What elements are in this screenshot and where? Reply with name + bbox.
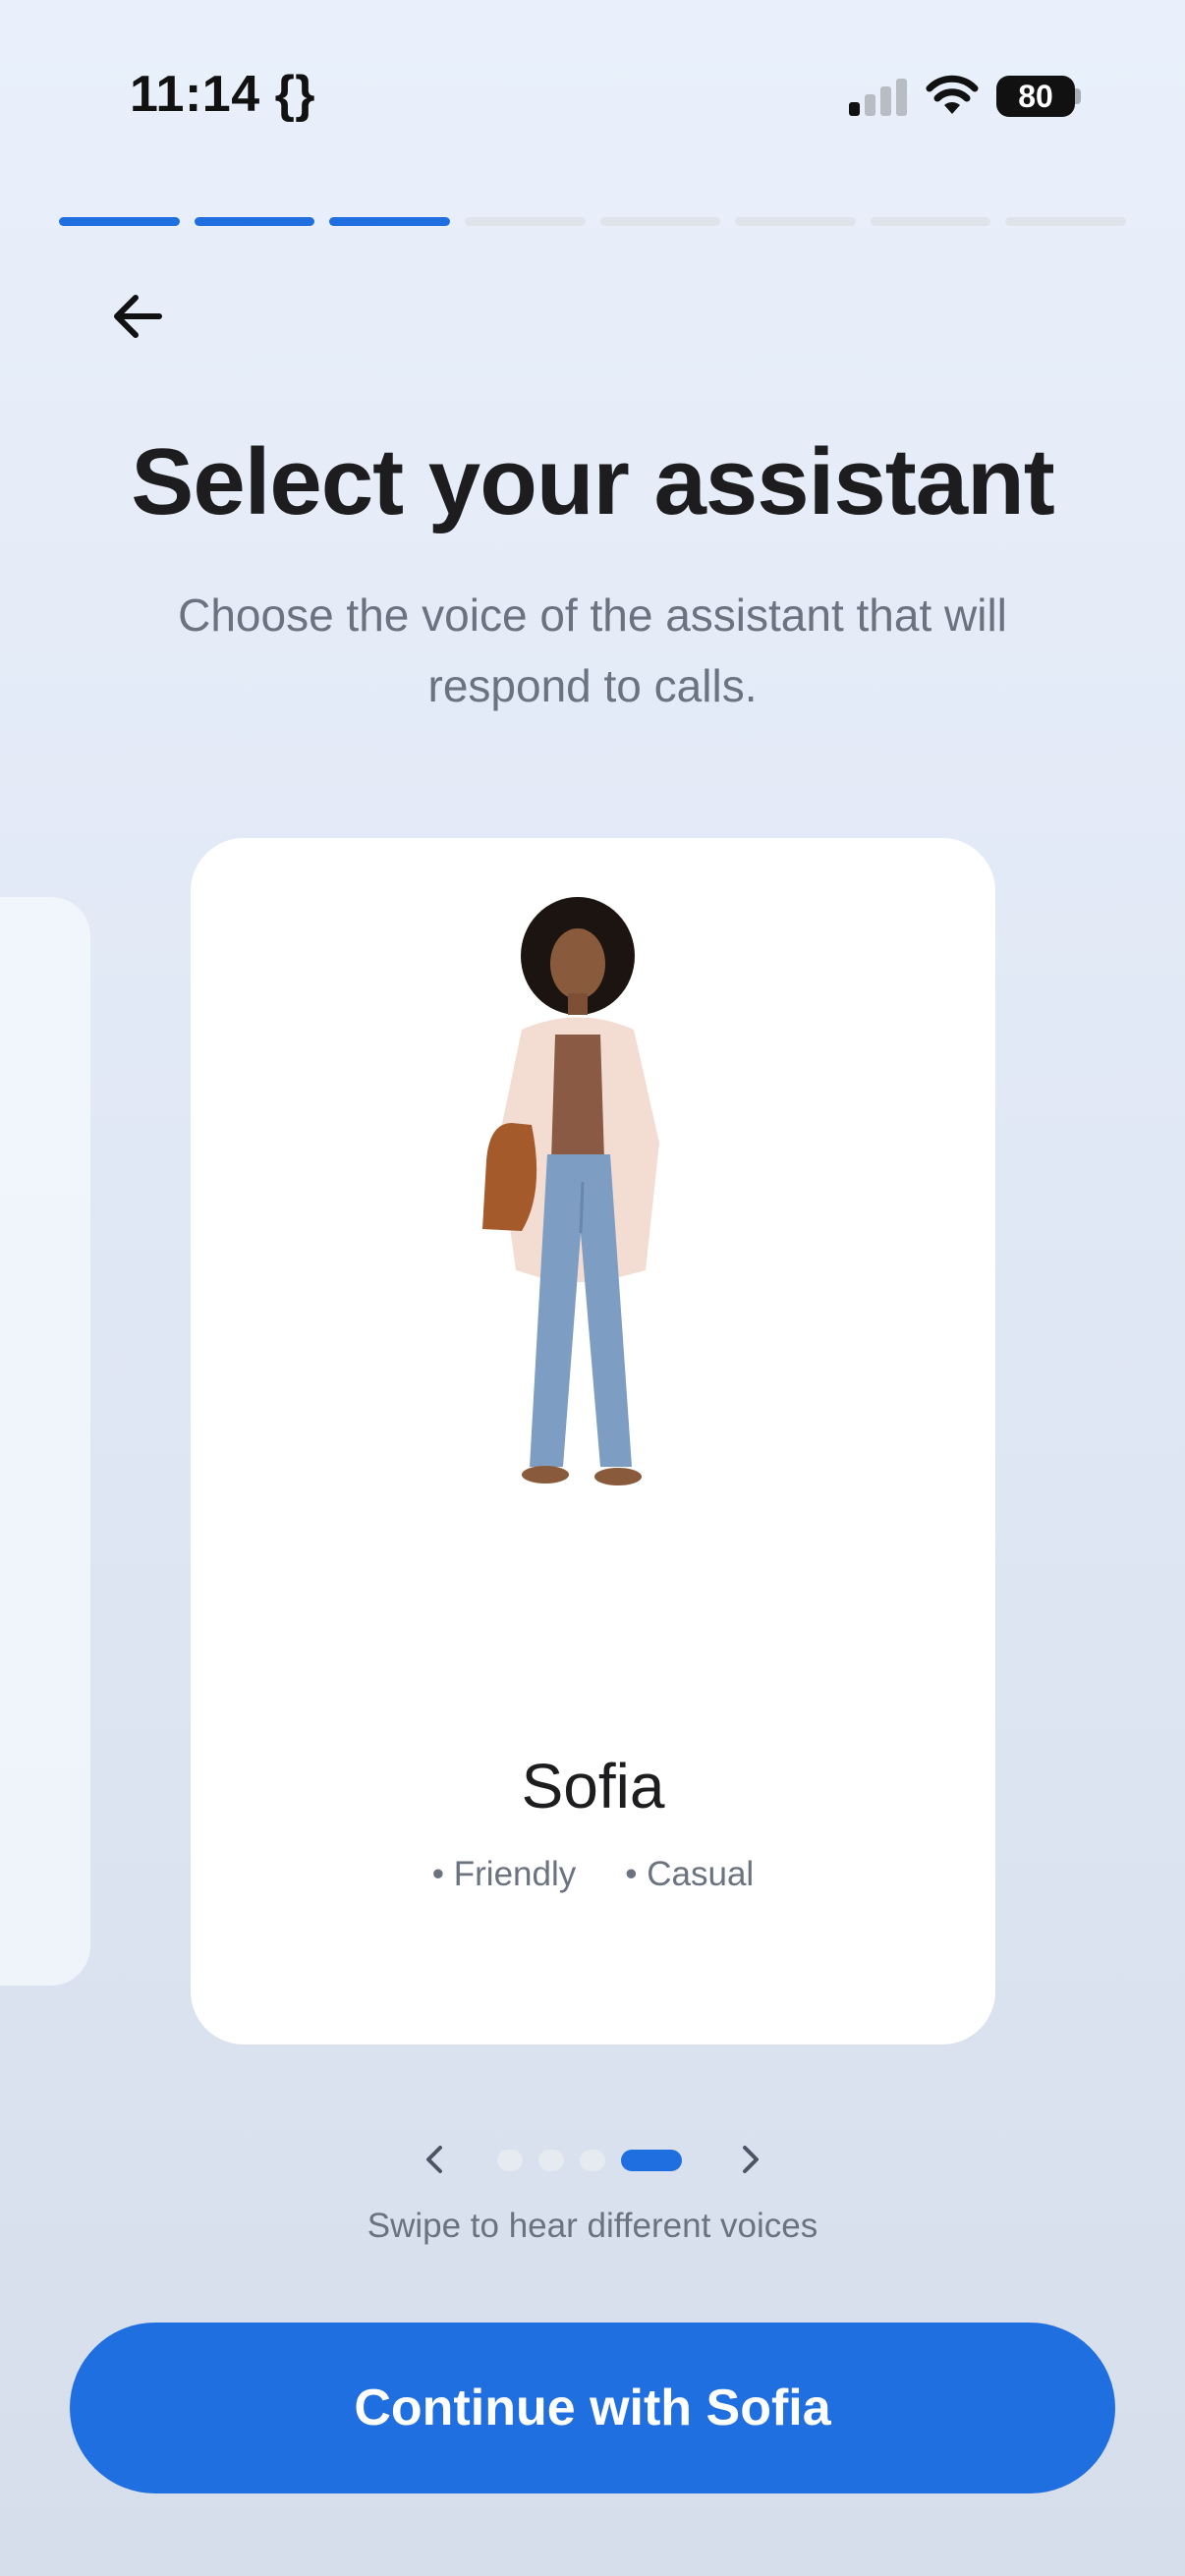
onboarding-progress — [59, 217, 1126, 226]
wifi-icon — [926, 75, 979, 114]
assistant-name: Sofia — [521, 1751, 665, 1821]
arrow-left-icon — [114, 295, 162, 338]
battery-icon: 80 — [996, 76, 1075, 117]
chevron-left-icon — [426, 2146, 442, 2173]
status-bar: 11:14 {} 80 — [0, 0, 1185, 187]
page-title: Select your assistant — [131, 429, 1054, 534]
carousel-pager — [413, 2140, 772, 2179]
progress-step — [735, 217, 856, 226]
continue-button[interactable]: Continue with Sofia — [70, 2323, 1115, 2493]
page-dot-active[interactable] — [621, 2150, 682, 2171]
swipe-hint: Swipe to hear different voices — [367, 2207, 818, 2245]
progress-step — [329, 217, 450, 226]
chevron-right-icon — [743, 2146, 759, 2173]
battery-level: 80 — [1018, 78, 1053, 114]
next-voice-button[interactable] — [731, 2140, 770, 2179]
status-time: 11:14 {} — [130, 66, 316, 123]
page-subtitle: Choose the voice of the assistant that w… — [178, 589, 1007, 711]
progress-step — [59, 217, 180, 226]
progress-step — [464, 217, 586, 226]
assistant-card[interactable]: Sofia • Friendly • Casual — [191, 838, 995, 2044]
assistant-tags: • Friendly • Casual — [191, 1855, 995, 1894]
battery-cap — [1075, 88, 1081, 104]
pagination-dots — [497, 2150, 682, 2171]
tag-casual: • Casual — [625, 1855, 755, 1893]
previous-assistant-card[interactable] — [0, 897, 90, 1986]
page-dot[interactable] — [497, 2150, 523, 2171]
progress-step — [599, 217, 721, 226]
previous-voice-button[interactable] — [415, 2140, 454, 2179]
progress-step — [194, 217, 315, 226]
page-dot[interactable] — [538, 2150, 564, 2171]
progress-step — [1005, 217, 1126, 226]
tag-friendly: • Friendly — [431, 1855, 577, 1893]
progress-step — [870, 217, 991, 226]
assistant-portrait — [482, 897, 659, 1485]
page-dot[interactable] — [580, 2150, 605, 2171]
cellular-signal-icon — [849, 79, 908, 116]
back-button[interactable] — [98, 277, 177, 356]
